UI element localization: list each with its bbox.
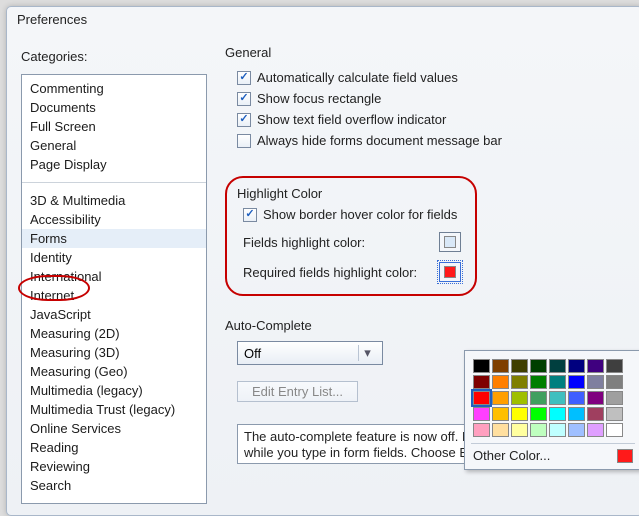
sidebar-item-international[interactable]: International	[22, 267, 206, 286]
required-highlight-color-button[interactable]	[439, 262, 461, 282]
color-picker-popup: Other Color...	[464, 350, 639, 470]
color-cell[interactable]	[473, 375, 490, 389]
color-cell[interactable]	[587, 375, 604, 389]
color-cell[interactable]	[473, 423, 490, 437]
other-color-button[interactable]: Other Color...	[471, 448, 635, 465]
sidebar-item-reviewing[interactable]: Reviewing	[22, 457, 206, 476]
color-cell[interactable]	[530, 423, 547, 437]
checkbox-overflow-ind[interactable]: ✓Show text field overflow indicator	[237, 112, 636, 127]
highlight-color-group: Highlight Color ✓Show border hover color…	[225, 176, 477, 296]
right-pane: General ✓Automatically calculate field v…	[215, 41, 639, 515]
section-highlight-label: Highlight Color	[237, 186, 465, 201]
color-cell[interactable]	[568, 423, 585, 437]
sidebar-item-multimedia-trust-legacy-[interactable]: Multimedia Trust (legacy)	[22, 400, 206, 419]
sidebar-item-search[interactable]: Search	[22, 476, 206, 495]
sidebar-item-measuring-2d-[interactable]: Measuring (2D)	[22, 324, 206, 343]
color-cell[interactable]	[473, 391, 490, 405]
color-cell[interactable]	[587, 359, 604, 373]
sidebar-item-measuring-geo-[interactable]: Measuring (Geo)	[22, 362, 206, 381]
checkbox-show-hover[interactable]: ✓Show border hover color for fields	[243, 207, 465, 222]
color-cell[interactable]	[511, 423, 528, 437]
sidebar-item-accessibility[interactable]: Accessibility	[22, 210, 206, 229]
sidebar-item-general[interactable]: General	[22, 136, 206, 155]
color-cell[interactable]	[492, 407, 509, 421]
color-swatch-icon	[444, 266, 456, 278]
edit-entry-list-button: Edit Entry List...	[237, 381, 358, 402]
color-swatch-icon	[444, 236, 456, 248]
color-cell[interactable]	[606, 423, 623, 437]
color-cell[interactable]	[511, 375, 528, 389]
color-cell[interactable]	[549, 359, 566, 373]
sidebar-item-internet[interactable]: Internet	[22, 286, 206, 305]
color-cell[interactable]	[530, 359, 547, 373]
autocomplete-dropdown[interactable]: Off ▾	[237, 341, 383, 365]
categories-label: Categories:	[21, 49, 213, 64]
section-general-label: General	[225, 45, 636, 60]
color-picker-grid	[471, 357, 635, 439]
color-cell[interactable]	[530, 391, 547, 405]
chevron-down-icon: ▾	[358, 345, 376, 361]
color-cell[interactable]	[568, 359, 585, 373]
color-cell[interactable]	[473, 359, 490, 373]
fields-highlight-color-button[interactable]	[439, 232, 461, 252]
dialog-body: Categories: CommentingDocumentsFull Scre…	[15, 41, 639, 515]
color-cell[interactable]	[568, 375, 585, 389]
sidebar-item-forms[interactable]: Forms	[22, 229, 206, 248]
required-highlight-row: Required fields highlight color:	[243, 262, 465, 282]
sidebar-item-identity[interactable]: Identity	[22, 248, 206, 267]
color-cell[interactable]	[606, 391, 623, 405]
color-cell[interactable]	[549, 391, 566, 405]
color-cell[interactable]	[587, 391, 604, 405]
preferences-window: Preferences Categories: CommentingDocume…	[6, 6, 639, 516]
check-icon: ✓	[237, 92, 251, 106]
color-cell[interactable]	[606, 359, 623, 373]
color-cell[interactable]	[587, 423, 604, 437]
color-cell[interactable]	[511, 407, 528, 421]
check-icon: ✓	[237, 113, 251, 127]
checkbox-hide-msg-bar[interactable]: ✓Always hide forms document message bar	[237, 133, 636, 148]
sidebar-item-measuring-3d-[interactable]: Measuring (3D)	[22, 343, 206, 362]
sidebar-item-3d-multimedia[interactable]: 3D & Multimedia	[22, 191, 206, 210]
categories-list[interactable]: CommentingDocumentsFull ScreenGeneralPag…	[21, 74, 207, 504]
category-separator	[22, 182, 206, 183]
color-cell[interactable]	[606, 375, 623, 389]
color-cell[interactable]	[492, 423, 509, 437]
fields-highlight-row: Fields highlight color:	[243, 232, 465, 252]
sidebar-item-multimedia-legacy-[interactable]: Multimedia (legacy)	[22, 381, 206, 400]
sidebar-item-online-services[interactable]: Online Services	[22, 419, 206, 438]
sidebar-item-reading[interactable]: Reading	[22, 438, 206, 457]
sidebar-item-full-screen[interactable]: Full Screen	[22, 117, 206, 136]
sidebar-item-commenting[interactable]: Commenting	[22, 79, 206, 98]
color-cell[interactable]	[473, 407, 490, 421]
color-cell[interactable]	[492, 391, 509, 405]
color-cell[interactable]	[568, 391, 585, 405]
color-cell[interactable]	[511, 391, 528, 405]
current-color-swatch	[617, 449, 633, 463]
color-cell[interactable]	[492, 359, 509, 373]
color-cell[interactable]	[568, 407, 585, 421]
left-pane: Categories: CommentingDocumentsFull Scre…	[15, 41, 215, 515]
color-cell[interactable]	[511, 359, 528, 373]
sidebar-item-javascript[interactable]: JavaScript	[22, 305, 206, 324]
autocomplete-value: Off	[244, 346, 261, 361]
color-cell[interactable]	[530, 375, 547, 389]
color-cell[interactable]	[492, 375, 509, 389]
checkbox-auto-calc[interactable]: ✓Automatically calculate field values	[237, 70, 636, 85]
color-cell[interactable]	[549, 423, 566, 437]
check-icon: ✓	[237, 71, 251, 85]
sidebar-item-documents[interactable]: Documents	[22, 98, 206, 117]
color-cell[interactable]	[606, 407, 623, 421]
sidebar-item-page-display[interactable]: Page Display	[22, 155, 206, 174]
check-icon: ✓	[237, 134, 251, 148]
color-cell[interactable]	[530, 407, 547, 421]
color-cell[interactable]	[549, 375, 566, 389]
section-autocomplete-label: Auto-Complete	[225, 318, 636, 333]
picker-separator	[471, 443, 635, 444]
checkbox-focus-rect[interactable]: ✓Show focus rectangle	[237, 91, 636, 106]
window-title: Preferences	[7, 7, 639, 35]
color-cell[interactable]	[549, 407, 566, 421]
check-icon: ✓	[243, 208, 257, 222]
color-cell[interactable]	[587, 407, 604, 421]
